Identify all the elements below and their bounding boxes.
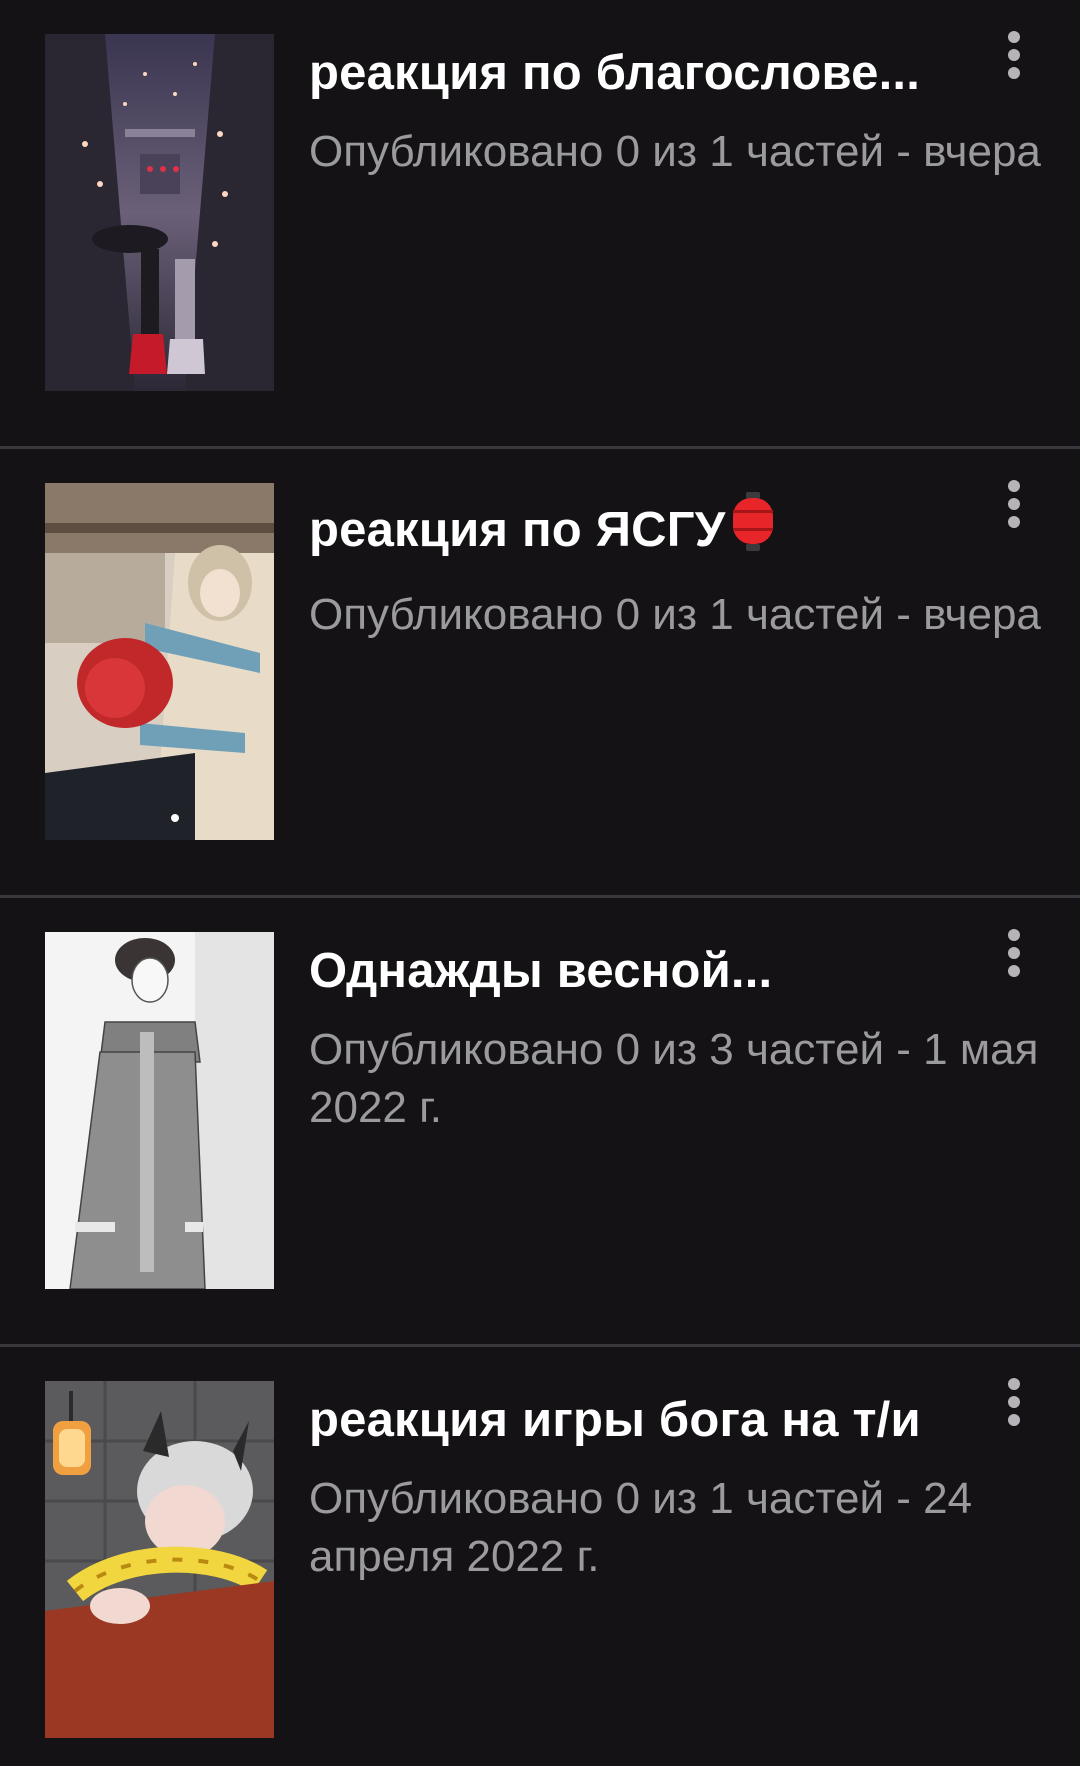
story-item[interactable]: реакция по ЯСГУ Опубликовано 0 из 1 част… <box>0 449 1080 898</box>
story-meta: Опубликовано 0 из 1 частей - 24 апреля 2… <box>309 1474 973 1581</box>
story-item[interactable]: реакция игры бога на т/и Опубликовано 0 … <box>0 1347 1080 1766</box>
story-info: Однажды весной... Опубликовано 0 из 3 ча… <box>309 932 1049 1137</box>
more-vertical-icon[interactable] <box>1000 1378 1028 1428</box>
story-title[interactable]: реакция по ЯСГУ <box>309 492 989 566</box>
story-cover-image[interactable] <box>45 483 274 840</box>
story-info: реакция по благослове... Опубликовано 0 … <box>309 34 1049 181</box>
story-item[interactable]: Однажды весной... Опубликовано 0 из 3 ча… <box>0 898 1080 1347</box>
horned-character-illustration <box>45 1381 274 1738</box>
story-meta: Опубликовано 0 из 3 частей - 1 мая 2022 … <box>309 1025 1039 1132</box>
manhwa-characters-illustration <box>45 483 274 840</box>
story-meta: Опубликовано 0 из 1 частей - вчера <box>309 127 1041 176</box>
story-meta: Опубликовано 0 из 1 частей - вчера <box>309 590 1041 639</box>
sketch-figure-illustration <box>45 932 274 1289</box>
story-title[interactable]: реакция по благослове... <box>309 43 989 103</box>
story-info: реакция игры бога на т/и Опубликовано 0 … <box>309 1381 1049 1586</box>
story-list: реакция по благослове... Опубликовано 0 … <box>0 0 1080 1766</box>
more-vertical-icon[interactable] <box>1000 480 1028 530</box>
story-cover-image[interactable] <box>45 1381 274 1738</box>
red-lantern-emoji <box>731 492 775 566</box>
story-title[interactable]: реакция игры бога на т/и <box>309 1390 989 1450</box>
story-item[interactable]: реакция по благослове... Опубликовано 0 … <box>0 0 1080 449</box>
story-cover-image[interactable] <box>45 34 274 391</box>
story-title[interactable]: Однажды весной... <box>309 941 989 1001</box>
more-vertical-icon[interactable] <box>1000 929 1028 979</box>
story-cover-image[interactable] <box>45 932 274 1289</box>
more-vertical-icon[interactable] <box>1000 31 1028 81</box>
lantern-street-illustration <box>45 34 274 391</box>
story-info: реакция по ЯСГУ Опубликовано 0 из 1 част… <box>309 483 1049 644</box>
